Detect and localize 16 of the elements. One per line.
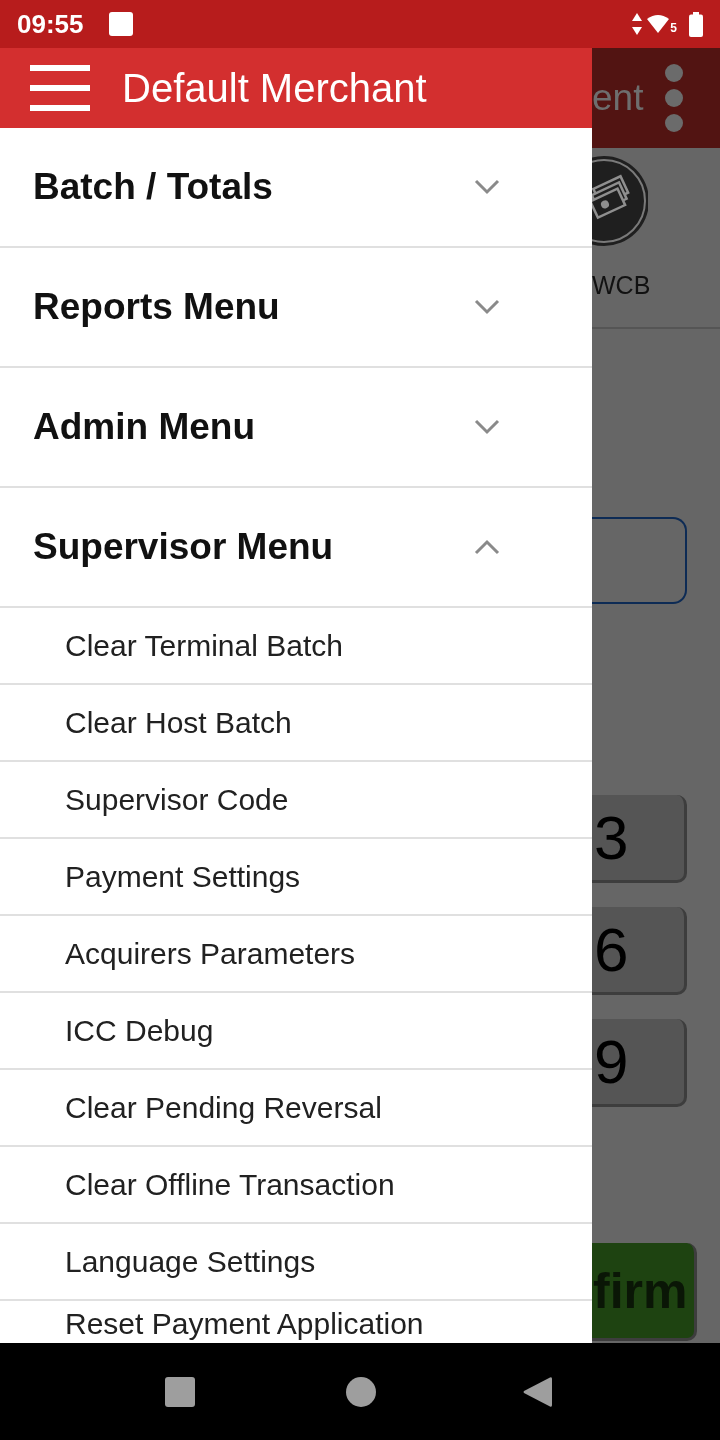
notification-icon: [108, 12, 133, 36]
tile-label: WCB: [592, 270, 651, 300]
more-icon[interactable]: [665, 64, 683, 132]
cash-icon: [592, 155, 648, 247]
battery-icon: [689, 11, 703, 37]
drawer-title: Default Merchant: [122, 65, 427, 111]
back-icon[interactable]: [523, 1375, 552, 1408]
toolbar-title: ent: [592, 77, 644, 119]
input-field[interactable]: [592, 517, 687, 604]
menu-icon[interactable]: [30, 65, 90, 111]
data-arrows-icon: [632, 13, 643, 35]
network-type-label: 5: [670, 22, 677, 34]
wifi-icon: [647, 15, 670, 33]
recents-icon[interactable]: [165, 1376, 195, 1407]
status-time: 09:55: [17, 9, 84, 39]
home-icon[interactable]: [346, 1376, 376, 1407]
